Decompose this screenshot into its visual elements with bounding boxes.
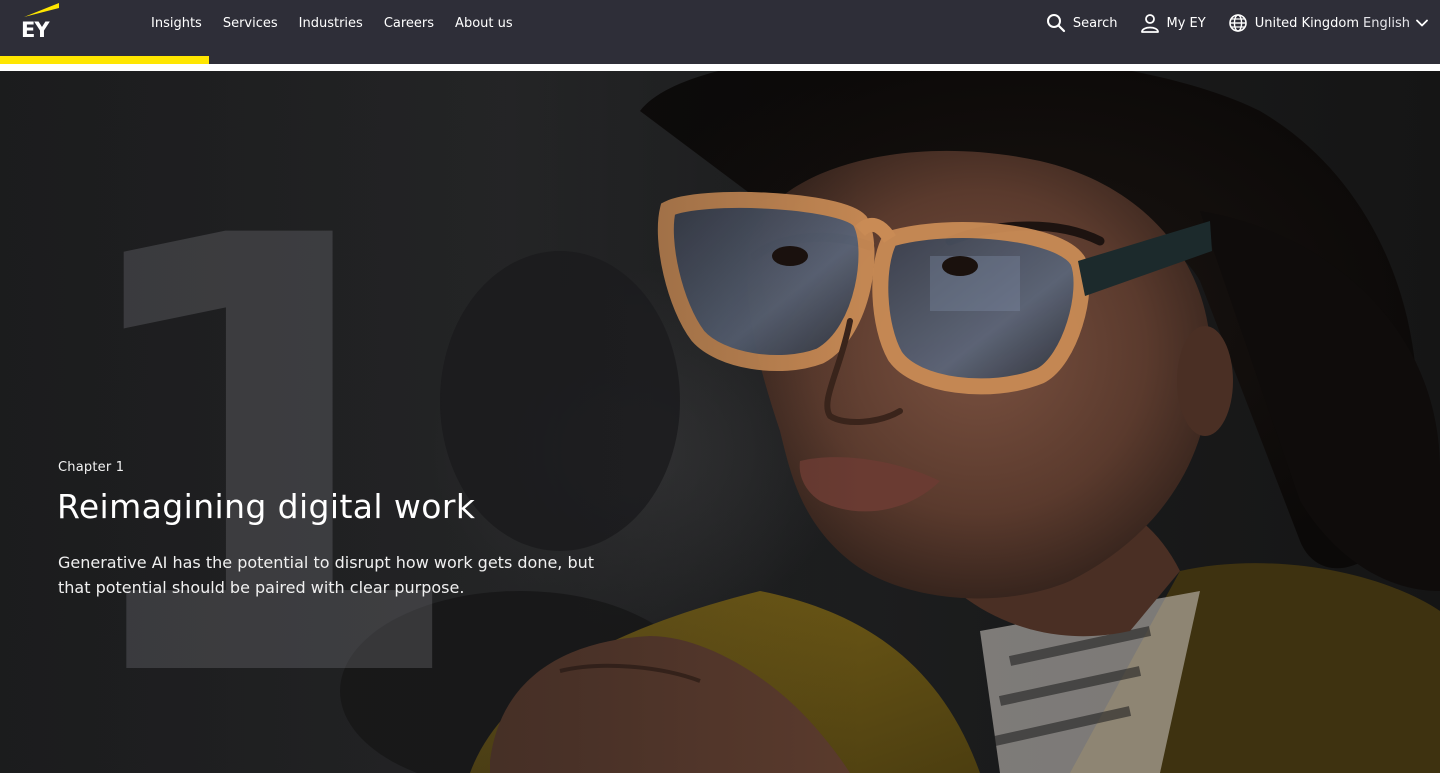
reading-progress-bar xyxy=(0,56,1440,64)
chapter-description: Generative AI has the potential to disru… xyxy=(58,553,595,597)
region-label: United Kingdom xyxy=(1254,15,1360,31)
language-label: English xyxy=(1363,15,1410,31)
primary-nav: Insights Services Industries Careers Abo… xyxy=(151,0,534,46)
reading-progress-fill xyxy=(0,56,209,64)
nav-item-services[interactable]: Services xyxy=(223,16,278,31)
user-icon xyxy=(1140,14,1159,33)
my-ey-button[interactable]: My EY xyxy=(1140,13,1206,33)
site-header: EY Insights Services Industries Careers … xyxy=(0,0,1440,56)
nav-item-insights[interactable]: Insights xyxy=(151,16,202,31)
region-selector[interactable]: United Kingdom English xyxy=(1228,13,1428,33)
nav-item-about-us[interactable]: About us xyxy=(455,16,513,31)
chevron-down-icon xyxy=(1416,19,1428,27)
page-title: Reimagining digital work xyxy=(57,487,476,526)
chapter-hero: 1 Chapter 1 Reimagining digital work Gen… xyxy=(0,71,1440,773)
nav-item-careers[interactable]: Careers xyxy=(384,16,434,31)
search-icon xyxy=(1046,14,1065,33)
utility-nav: Search My EY United Kingdom English xyxy=(1024,0,1428,46)
header-divider xyxy=(0,64,1440,71)
globe-icon xyxy=(1228,14,1247,32)
my-ey-label: My EY xyxy=(1166,15,1206,31)
search-button[interactable]: Search xyxy=(1046,13,1118,33)
chapter-label: Chapter 1 xyxy=(58,460,125,475)
logo-wordmark: EY xyxy=(21,18,50,42)
nav-item-industries[interactable]: Industries xyxy=(299,16,363,31)
ey-logo[interactable]: EY xyxy=(20,3,62,45)
search-label: Search xyxy=(1072,15,1118,31)
